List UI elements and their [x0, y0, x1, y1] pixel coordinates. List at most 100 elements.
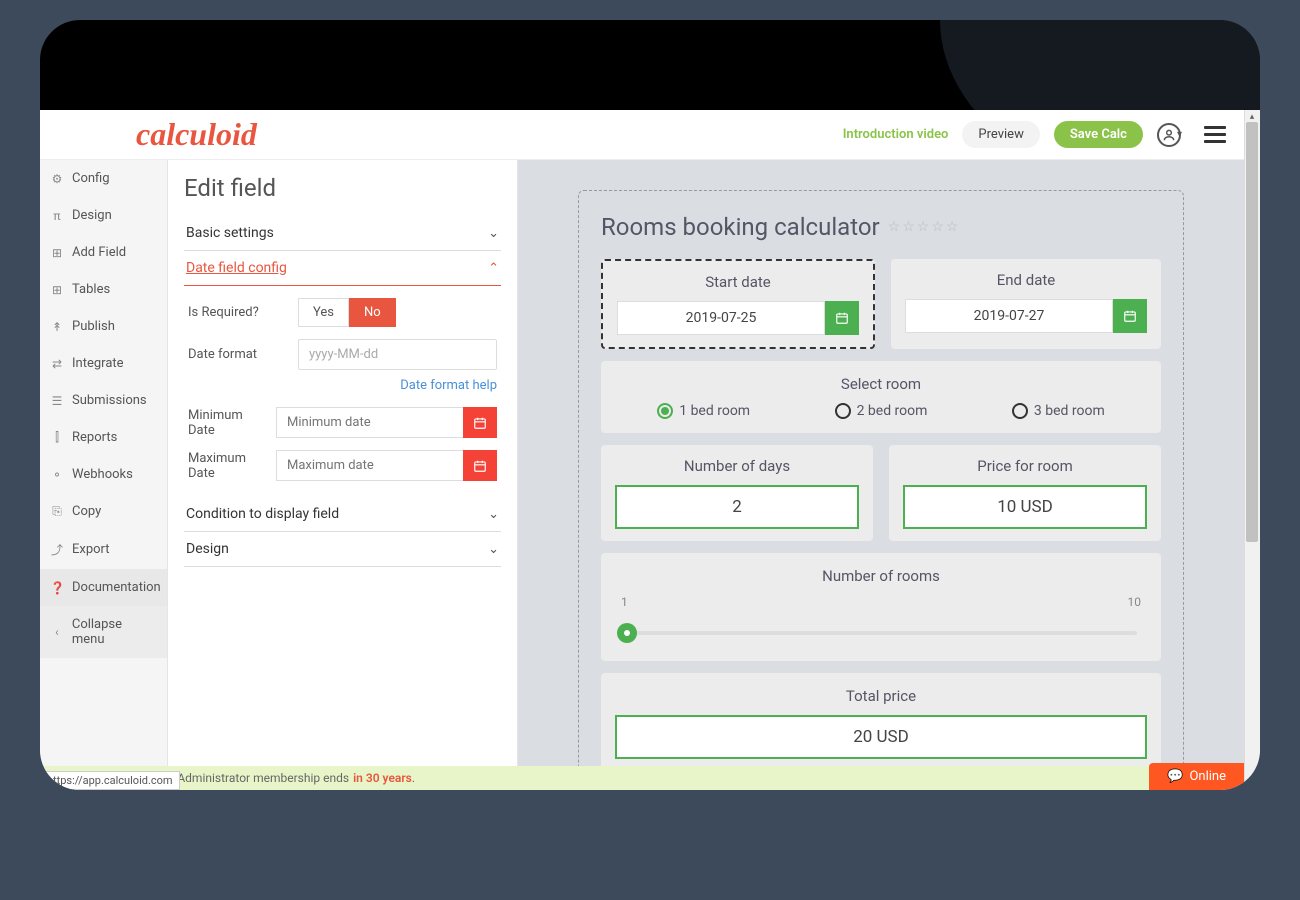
max-date-picker-button[interactable] — [463, 450, 497, 481]
webhook-icon: ⚬ — [50, 468, 64, 482]
sidebar-item-copy[interactable]: ⎘ Copy — [40, 493, 167, 530]
topbar: calculoid Introduction video Preview Sav… — [40, 110, 1244, 160]
room-option-3[interactable]: 3 bed room — [1012, 403, 1105, 419]
room-option-2[interactable]: 2 bed room — [835, 403, 928, 419]
browser-scrollbar[interactable]: ▴ ▾ — [1244, 110, 1260, 790]
field-label: Start date — [617, 273, 859, 291]
chevron-down-icon: ⌄ — [488, 507, 499, 522]
start-date-value[interactable]: 2019-07-25 — [617, 301, 825, 335]
sidebar-label: Design — [72, 208, 112, 223]
date-format-help-link[interactable]: Date format help — [188, 378, 497, 393]
date-format-input[interactable] — [298, 339, 497, 370]
field-label: Number of rooms — [615, 567, 1147, 585]
edit-field-panel: Edit field Basic settings ⌄ Date field c… — [168, 160, 518, 790]
sidebar-label: Reports — [72, 430, 117, 445]
section-condition[interactable]: Condition to display field ⌄ — [184, 497, 501, 532]
slider-max-label: 10 — [1128, 595, 1142, 609]
chevron-down-icon: ▾ — [1177, 129, 1182, 140]
help-icon: ❓ — [50, 581, 64, 595]
field-label: Total price — [615, 687, 1147, 705]
slider-thumb[interactable] — [617, 623, 637, 643]
list-icon: ☰ — [50, 394, 64, 408]
save-calc-button[interactable]: Save Calc — [1054, 121, 1143, 148]
sidebar-label: Export — [72, 542, 110, 557]
calendar-icon — [473, 459, 487, 473]
end-date-value[interactable]: 2019-07-27 — [905, 299, 1113, 333]
field-label: End date — [905, 271, 1147, 289]
copy-icon: ⎘ — [50, 504, 64, 519]
preview-button[interactable]: Preview — [962, 121, 1039, 148]
logo: calculoid — [136, 116, 257, 153]
sidebar-item-config[interactable]: ⚙Config — [40, 160, 167, 197]
calendar-icon — [1123, 309, 1137, 323]
sidebar-item-reports[interactable]: ⫿ Reports — [40, 419, 167, 456]
number-of-rooms-field: Number of rooms 1 10 — [601, 553, 1161, 661]
sidebar-label: Publish — [72, 319, 115, 334]
max-date-input[interactable] — [276, 450, 463, 481]
sidebar-label: Config — [72, 171, 110, 186]
min-date-input[interactable] — [276, 407, 463, 438]
start-date-field[interactable]: Start date 2019-07-25 — [601, 259, 875, 349]
start-date-picker-button[interactable] — [825, 301, 859, 335]
section-label: Basic settings — [186, 225, 274, 241]
introduction-video-link[interactable]: Introduction video — [843, 127, 949, 142]
field-label: Number of days — [615, 457, 859, 475]
min-date-label: Minimum Date — [188, 408, 266, 438]
section-date-field-config[interactable]: Date field config ⌃ — [184, 251, 501, 286]
sidebar-item-collapse[interactable]: ‹Collapse menu — [40, 606, 167, 658]
calculator-preview: Rooms booking calculator ☆☆☆☆☆ Start dat… — [518, 160, 1244, 790]
end-date-picker-button[interactable] — [1113, 299, 1147, 333]
room-option-1[interactable]: 1 bed room — [657, 403, 750, 419]
table-icon: ⊞ — [50, 283, 64, 297]
sidebar-item-export[interactable]: ⤴Export — [40, 530, 167, 569]
chevron-up-icon: ⌃ — [488, 261, 499, 276]
toggle-no[interactable]: No — [349, 298, 396, 327]
sidebar-item-integrate[interactable]: ⇄Integrate — [40, 345, 167, 382]
sidebar-item-design[interactable]: π Design — [40, 197, 167, 234]
status-url: https://app.calculoid.com — [40, 771, 180, 790]
sidebar-label: Copy — [72, 504, 101, 519]
sidebar-label: Tables — [72, 282, 110, 297]
user-menu[interactable]: ▾ — [1157, 123, 1182, 147]
select-room-field: Select room 1 bed room 2 bed room 3 bed … — [601, 361, 1161, 433]
scroll-down-arrow[interactable]: ▾ — [1244, 776, 1260, 790]
sidebar-item-add-field[interactable]: ⊞Add Field — [40, 234, 167, 271]
toggle-yes[interactable]: Yes — [298, 298, 349, 327]
sidebar: ⚙Config π Design ⊞Add Field ⊞ Tables ↟Publ… — [40, 160, 168, 790]
chevron-down-icon: ⌄ — [488, 226, 499, 241]
menu-icon[interactable] — [1204, 126, 1226, 143]
sidebar-item-webhooks[interactable]: ⚬Webhooks — [40, 456, 167, 493]
total-price-field: Total price 20 USD — [601, 673, 1161, 773]
field-label: Price for room — [903, 457, 1147, 475]
max-date-label: Maximum Date — [188, 451, 266, 481]
section-design[interactable]: Design ⌄ — [184, 532, 501, 567]
chevron-left-icon: ‹ — [50, 625, 64, 639]
chart-icon: ⫿ — [50, 430, 64, 445]
sidebar-item-publish[interactable]: ↟Publish — [40, 308, 167, 345]
min-date-picker-button[interactable] — [463, 407, 497, 438]
section-body-date-config: Is Required? Yes No Date format Date for… — [184, 286, 501, 497]
end-date-field[interactable]: End date 2019-07-27 — [891, 259, 1161, 349]
section-label: Condition to display field — [186, 506, 339, 522]
rating-stars[interactable]: ☆☆☆☆☆ — [888, 219, 961, 235]
sidebar-label: Submissions — [72, 393, 147, 408]
sidebar-item-tables[interactable]: ⊞ Tables — [40, 271, 167, 308]
design-icon: π — [50, 209, 64, 223]
sidebar-item-documentation[interactable]: ❓ Documentation — [40, 569, 167, 606]
section-basic-settings[interactable]: Basic settings ⌄ — [184, 216, 501, 251]
field-label: Select room — [615, 375, 1147, 393]
price-for-room-value: 10 USD — [903, 485, 1147, 529]
sidebar-label: Documentation — [72, 580, 161, 595]
scrollbar-thumb[interactable] — [1246, 122, 1258, 542]
calendar-icon — [473, 416, 487, 430]
rooms-slider[interactable] — [615, 617, 1147, 647]
integrate-icon: ⇄ — [50, 357, 64, 371]
membership-footer: Your Administrator membership ends in 30… — [40, 766, 1244, 790]
sidebar-item-submissions[interactable]: ☰ Submissions — [40, 382, 167, 419]
sidebar-label: Add Field — [72, 245, 126, 260]
calculator-container: Rooms booking calculator ☆☆☆☆☆ Start dat… — [578, 190, 1184, 790]
online-chat-badge[interactable]: 💬 Online — [1149, 763, 1244, 790]
is-required-toggle: Yes No — [298, 298, 396, 327]
calculator-title: Rooms booking calculator ☆☆☆☆☆ — [601, 213, 1161, 241]
number-of-days-field: Number of days 2 — [601, 445, 873, 541]
